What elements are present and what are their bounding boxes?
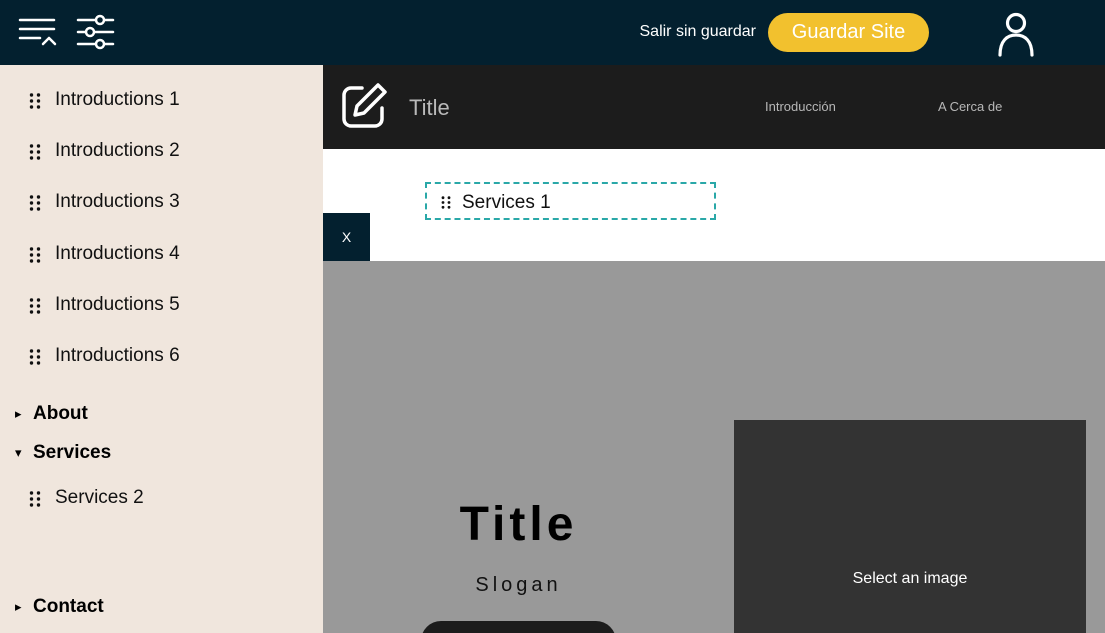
section-services[interactable]: ▾ Services xyxy=(0,439,323,469)
sidebar-item-introductions-6[interactable]: Introductions 6 xyxy=(0,338,323,374)
drag-handle-icon[interactable] xyxy=(29,93,41,109)
drag-handle-icon[interactable] xyxy=(29,491,41,507)
section-label: About xyxy=(33,403,88,424)
edit-icon[interactable] xyxy=(340,82,388,130)
sliders-icon[interactable] xyxy=(76,14,116,50)
hero-slogan[interactable]: Slogan xyxy=(421,574,616,597)
caret-right-icon: ▸ xyxy=(15,406,22,421)
drop-zone: Services 1 X xyxy=(323,149,1105,261)
exit-without-saving-link[interactable]: Salir sin guardar xyxy=(640,23,757,41)
drag-handle-icon[interactable] xyxy=(29,349,41,365)
section-label: Contact xyxy=(33,596,104,617)
top-bar: Salir sin guardar Guardar Site xyxy=(0,0,1105,65)
sidebar-item-label: Services 2 xyxy=(55,487,144,508)
sidebar-item-label: Introductions 5 xyxy=(55,294,180,315)
sidebar-item-introductions-5[interactable]: Introductions 5 xyxy=(0,287,323,323)
sidebar-item-introductions-3[interactable]: Introductions 3 xyxy=(0,184,323,220)
save-site-button[interactable]: Guardar Site xyxy=(768,13,929,52)
close-button[interactable]: X xyxy=(323,213,370,261)
section-contact[interactable]: ▸ Contact xyxy=(0,593,323,623)
sidebar-item-introductions-1[interactable]: Introductions 1 xyxy=(0,82,323,118)
drag-handle-icon xyxy=(441,196,451,209)
image-placeholder-label: Select an image xyxy=(852,570,968,587)
sidebar: Introductions 1 Introductions 2 Introduc… xyxy=(0,65,323,633)
drag-handle-icon[interactable] xyxy=(29,298,41,314)
hero-section: Title Slogan Select an image xyxy=(323,261,1105,633)
drag-handle-icon[interactable] xyxy=(29,144,41,160)
drag-handle-icon[interactable] xyxy=(29,247,41,263)
hero-title[interactable]: Title xyxy=(421,497,616,552)
caret-right-icon: ▸ xyxy=(15,599,22,614)
nav-link-introduccion[interactable]: Introducción xyxy=(765,99,836,114)
sidebar-item-label: Introductions 6 xyxy=(55,345,180,366)
sidebar-item-introductions-4[interactable]: Introductions 4 xyxy=(0,236,323,272)
sidebar-item-label: Introductions 3 xyxy=(55,191,180,212)
section-label: Services xyxy=(33,442,112,463)
caret-down-icon: ▾ xyxy=(15,445,22,460)
image-placeholder[interactable]: Select an image xyxy=(734,420,1086,633)
dragged-item-label: Services 1 xyxy=(462,192,551,213)
site-header: Title Introducción A Cerca de xyxy=(323,65,1105,149)
sidebar-item-services-2[interactable]: Services 2 xyxy=(0,480,323,516)
site-title[interactable]: Title xyxy=(409,95,450,121)
sidebar-item-introductions-2[interactable]: Introductions 2 xyxy=(0,133,323,169)
nav-link-a-cerca-de[interactable]: A Cerca de xyxy=(938,99,1002,114)
hero-cta-button[interactable] xyxy=(421,621,616,633)
menu-collapse-icon[interactable] xyxy=(18,14,58,50)
drag-handle-icon[interactable] xyxy=(29,195,41,211)
sidebar-item-label: Introductions 1 xyxy=(55,89,180,110)
user-icon[interactable] xyxy=(993,10,1039,58)
sidebar-item-label: Introductions 2 xyxy=(55,140,180,161)
sidebar-item-label: Introductions 4 xyxy=(55,243,180,264)
section-about[interactable]: ▸ About xyxy=(0,400,323,430)
dragged-item-services-1[interactable]: Services 1 xyxy=(425,182,716,220)
